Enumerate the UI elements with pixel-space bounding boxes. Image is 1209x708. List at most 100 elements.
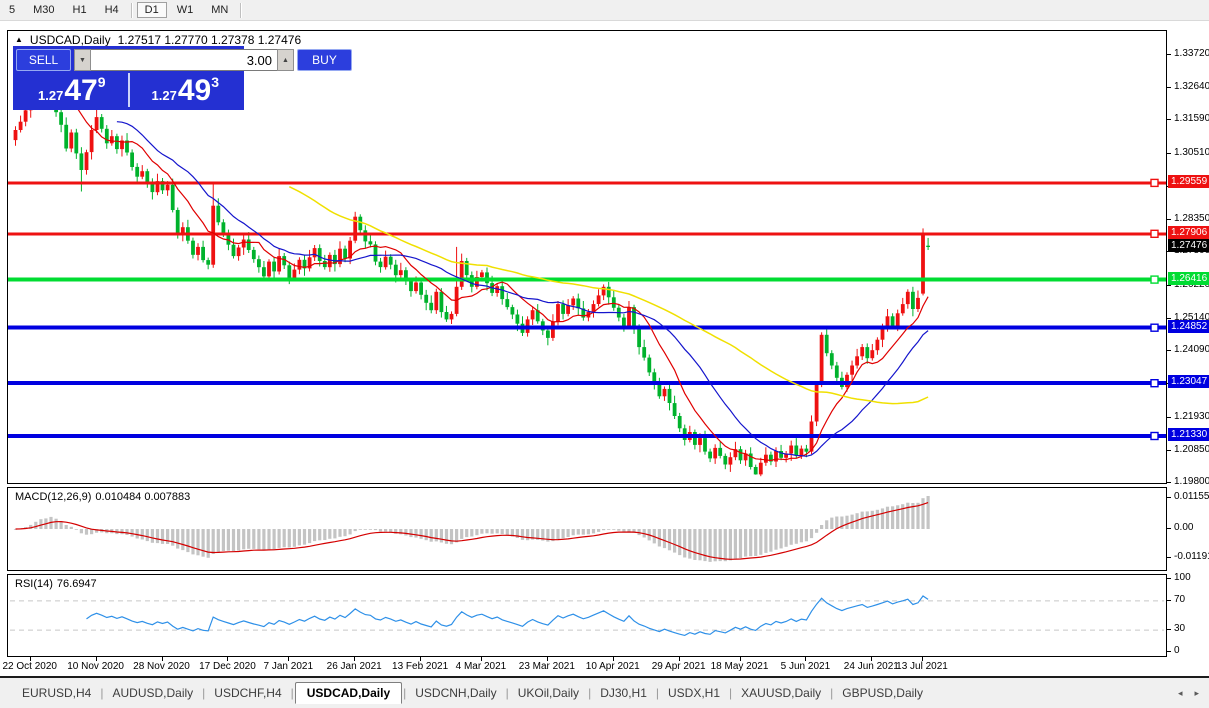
- indicator-axis-label: 0.00: [1167, 522, 1193, 534]
- macd-values: 0.010484 0.007883: [95, 491, 190, 503]
- rsi-chart[interactable]: [8, 575, 1166, 656]
- chart-tab-eurusd-h4[interactable]: EURUSD,H4: [14, 683, 99, 703]
- date-label: 18 May 2021: [711, 661, 769, 672]
- chart-symbol-label: USDCAD,Daily: [30, 33, 111, 47]
- tab-scroll-arrows: ◂ ▸: [1178, 688, 1199, 699]
- toolbar-separator: [131, 3, 133, 18]
- rsi-header: RSI(14) 76.6947: [15, 578, 101, 590]
- buy-button[interactable]: BUY: [297, 49, 352, 71]
- chart-tab-audusd-daily[interactable]: AUDUSD,Daily: [104, 683, 201, 703]
- timeframe-h4[interactable]: H4: [97, 2, 127, 18]
- chart-tab-gbpusd-daily[interactable]: GBPUSD,Daily: [834, 683, 931, 703]
- tab-separator: |: [202, 686, 205, 700]
- line-anchor-marker[interactable]: [1151, 179, 1158, 186]
- chart-tab-ukoil-daily[interactable]: UKOil,Daily: [510, 683, 587, 703]
- chart-tab-usdcad-daily[interactable]: USDCAD,Daily: [295, 682, 402, 704]
- price-axis: 1.337201.326401.315901.305101.294301.283…: [1167, 30, 1209, 658]
- volume-input[interactable]: [91, 49, 277, 71]
- sell-button[interactable]: SELL: [16, 49, 71, 71]
- sell-price[interactable]: 1.27479: [16, 73, 130, 107]
- rsi-panel: RSI(14) 76.6947: [7, 574, 1167, 657]
- price-tick-label: 1.30510: [1167, 147, 1209, 159]
- horizontal-line-1.24852[interactable]: [8, 326, 1166, 330]
- date-label: 24 Jun 2021: [844, 661, 899, 672]
- line-anchor-marker[interactable]: [1151, 230, 1158, 237]
- price-tick-label: 1.31590: [1167, 113, 1209, 125]
- price-tick-label: 1.20850: [1167, 444, 1209, 456]
- horizontal-line-1.29559[interactable]: [8, 181, 1166, 184]
- chart-tab-dj30-h1[interactable]: DJ30,H1: [592, 683, 655, 703]
- date-label: 7 Jan 2021: [264, 661, 314, 672]
- sell-price-base: 1.27: [38, 88, 63, 103]
- toolbar-separator: [240, 3, 242, 18]
- timeframe-5[interactable]: 5: [1, 2, 23, 18]
- price-level-tag: 1.26416: [1168, 272, 1209, 285]
- indicator-axis-label: -0.011914: [1167, 551, 1209, 563]
- price-level-tag: 1.27906: [1168, 226, 1209, 239]
- tab-scroll-right-icon[interactable]: ▸: [1194, 688, 1199, 699]
- horizontal-line-1.26416[interactable]: [8, 278, 1166, 282]
- rsi-value: 76.6947: [57, 578, 97, 590]
- date-axis: 22 Oct 202010 Nov 202028 Nov 202017 Dec …: [7, 658, 1167, 674]
- horizontal-line-1.23047[interactable]: [8, 381, 1166, 385]
- tab-scroll-left-icon[interactable]: ◂: [1178, 688, 1183, 699]
- sell-price-big: 47: [64, 73, 97, 107]
- buy-price-big: 49: [178, 73, 211, 107]
- chart-tabs-bar: EURUSD,H4|AUDUSD,Daily|USDCHF,H4|USDCAD,…: [0, 676, 1209, 708]
- price-tick-label: 1.33720: [1167, 48, 1209, 60]
- date-label: 22 Oct 2020: [2, 661, 56, 672]
- indicator-axis-label: 0.011551: [1167, 491, 1209, 503]
- macd-header: MACD(12,26,9) 0.010484 0.007883: [15, 491, 194, 503]
- buy-price-sup: 3: [211, 74, 219, 107]
- moving-average-21: [117, 122, 928, 457]
- sell-price-sup: 9: [98, 74, 106, 107]
- tab-separator: |: [830, 686, 833, 700]
- volume-increase-button[interactable]: ▲: [277, 49, 294, 71]
- macd-label: MACD(12,26,9): [15, 491, 91, 503]
- date-label: 26 Jan 2021: [327, 661, 382, 672]
- arrow-down-icon: ▼: [79, 57, 86, 64]
- date-label: 29 Apr 2021: [652, 661, 706, 672]
- rsi-label: RSI(14): [15, 578, 53, 590]
- line-anchor-marker[interactable]: [1151, 380, 1158, 387]
- chart-ohlc: 1.27517 1.27770 1.27378 1.27476: [118, 33, 302, 47]
- price-tick-label: 1.24090: [1167, 344, 1209, 356]
- indicator-axis-label: 100: [1167, 572, 1191, 584]
- tab-separator: |: [656, 686, 659, 700]
- volume-stepper: ▼ ▲: [74, 49, 294, 71]
- date-label: 4 Mar 2021: [456, 661, 507, 672]
- date-label: 10 Apr 2021: [586, 661, 640, 672]
- timeframe-mn[interactable]: MN: [203, 2, 236, 18]
- timeframe-d1[interactable]: D1: [137, 2, 167, 18]
- arrow-up-icon: ▲: [282, 57, 289, 64]
- one-click-trading-panel: SELL ▼ ▲ BUY 1.27479 1.27493: [13, 46, 244, 110]
- date-label: 17 Dec 2020: [199, 661, 256, 672]
- buy-price-base: 1.27: [152, 88, 177, 103]
- rsi-line: [87, 596, 929, 635]
- date-label: 28 Nov 2020: [133, 661, 190, 672]
- indicator-axis-label: 30: [1167, 623, 1185, 635]
- horizontal-line-1.27906[interactable]: [8, 232, 1166, 235]
- timeframe-m30[interactable]: M30: [25, 2, 62, 18]
- buy-price[interactable]: 1.27493: [130, 73, 242, 107]
- timeframe-toolbar: 5M30H1H4 D1W1MN: [0, 0, 1209, 21]
- macd-panel: MACD(12,26,9) 0.010484 0.007883: [7, 487, 1167, 571]
- chart-tab-usdchf-h4[interactable]: USDCHF,H4: [206, 683, 289, 703]
- collapse-arrow-icon[interactable]: ▲: [15, 34, 23, 46]
- price-tick-label: 1.21930: [1167, 411, 1209, 423]
- line-anchor-marker[interactable]: [1151, 324, 1158, 331]
- volume-decrease-button[interactable]: ▼: [74, 49, 91, 71]
- chart-tab-usdcnh-daily[interactable]: USDCNH,Daily: [407, 683, 504, 703]
- tab-separator: |: [100, 686, 103, 700]
- timeframe-h1[interactable]: H1: [65, 2, 95, 18]
- date-label: 13 Feb 2021: [392, 661, 448, 672]
- tab-separator: |: [506, 686, 509, 700]
- chart-tab-usdx-h1[interactable]: USDX,H1: [660, 683, 728, 703]
- chart-tab-xauusd-daily[interactable]: XAUUSD,Daily: [733, 683, 829, 703]
- date-label: 5 Jun 2021: [781, 661, 831, 672]
- line-anchor-marker[interactable]: [1151, 433, 1158, 440]
- line-anchor-marker[interactable]: [1151, 276, 1158, 283]
- horizontal-line-1.21330[interactable]: [8, 434, 1166, 438]
- date-label: 23 Mar 2021: [519, 661, 575, 672]
- timeframe-w1[interactable]: W1: [169, 2, 202, 18]
